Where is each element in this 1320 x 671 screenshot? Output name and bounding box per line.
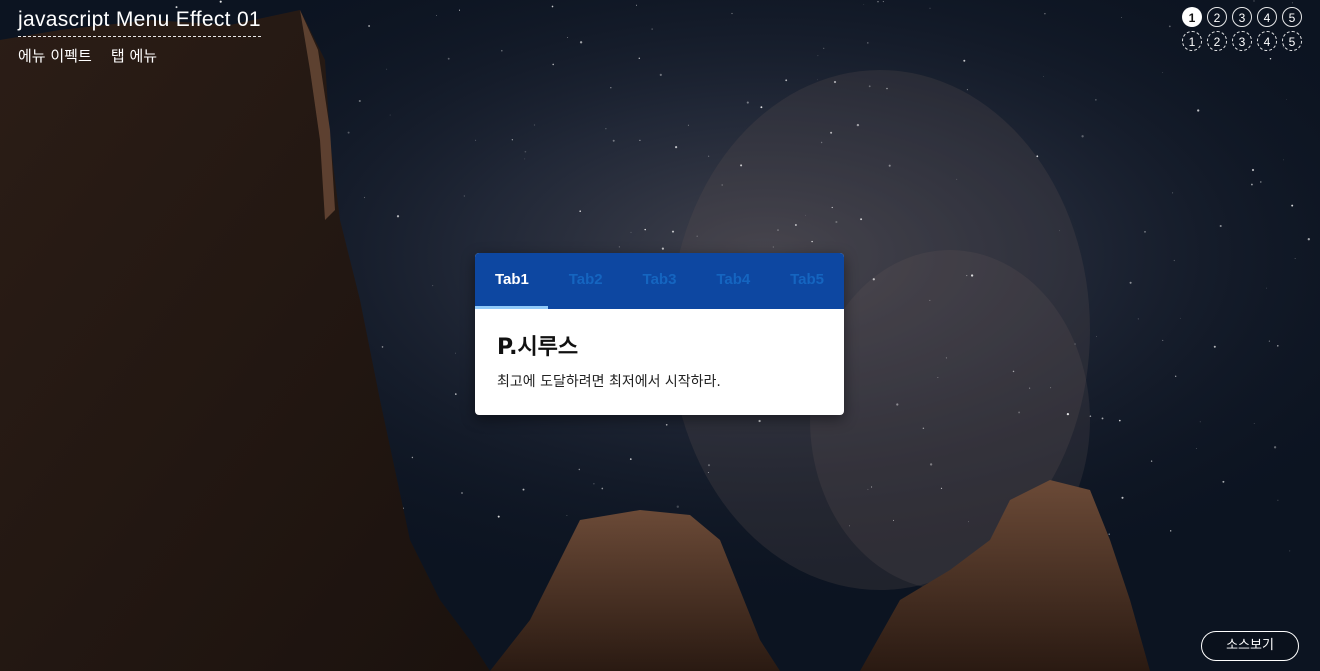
tab-bar: Tab1 Tab2 Tab3 Tab4 Tab5 — [475, 253, 844, 309]
pager-dot[interactable]: 1 — [1182, 7, 1202, 27]
header-links: 에뉴 이펙트 탭 에뉴 — [18, 45, 261, 66]
tab-4[interactable]: Tab4 — [696, 253, 770, 309]
effect-pager: 1 2 3 4 5 1 2 3 4 5 — [1182, 7, 1302, 55]
tab-card: Tab1 Tab2 Tab3 Tab4 Tab5 P.시루스 최고에 도달하려면… — [475, 253, 844, 415]
pager-row-2: 1 2 3 4 5 — [1182, 31, 1302, 51]
pager-dot[interactable]: 4 — [1257, 7, 1277, 27]
content-text: 최고에 도달하려면 최저에서 시작하라. — [497, 374, 721, 390]
pager-dot[interactable]: 2 — [1207, 31, 1227, 51]
active-tab-indicator — [475, 306, 548, 309]
tab-5[interactable]: Tab5 — [770, 253, 844, 309]
pager-row-1: 1 2 3 4 5 — [1182, 7, 1302, 27]
pager-dot[interactable]: 3 — [1232, 7, 1252, 27]
tab-2[interactable]: Tab2 — [549, 253, 623, 309]
pager-dot[interactable]: 5 — [1282, 7, 1302, 27]
tab-content: P.시루스 최고에 도달하려면 최저에서 시작하라. — [475, 309, 844, 411]
pager-dot[interactable]: 5 — [1282, 31, 1302, 51]
content-title: P.시루스 — [497, 335, 579, 360]
menu-effect-link[interactable]: 에뉴 이펙트 — [18, 47, 92, 65]
tab-3[interactable]: Tab3 — [623, 253, 697, 309]
pager-dot[interactable]: 3 — [1232, 31, 1252, 51]
pager-dot[interactable]: 4 — [1257, 31, 1277, 51]
view-source-button[interactable]: 소스보기 — [1201, 631, 1299, 661]
page-header: javascript Menu Effect 01 에뉴 이펙트 탭 에뉴 — [18, 8, 261, 66]
tab-menu-link[interactable]: 탭 에뉴 — [111, 47, 157, 65]
page-title: javascript Menu Effect 01 — [18, 8, 261, 37]
pager-dot[interactable]: 2 — [1207, 7, 1227, 27]
pager-dot[interactable]: 1 — [1182, 31, 1202, 51]
tab-1[interactable]: Tab1 — [475, 253, 549, 309]
